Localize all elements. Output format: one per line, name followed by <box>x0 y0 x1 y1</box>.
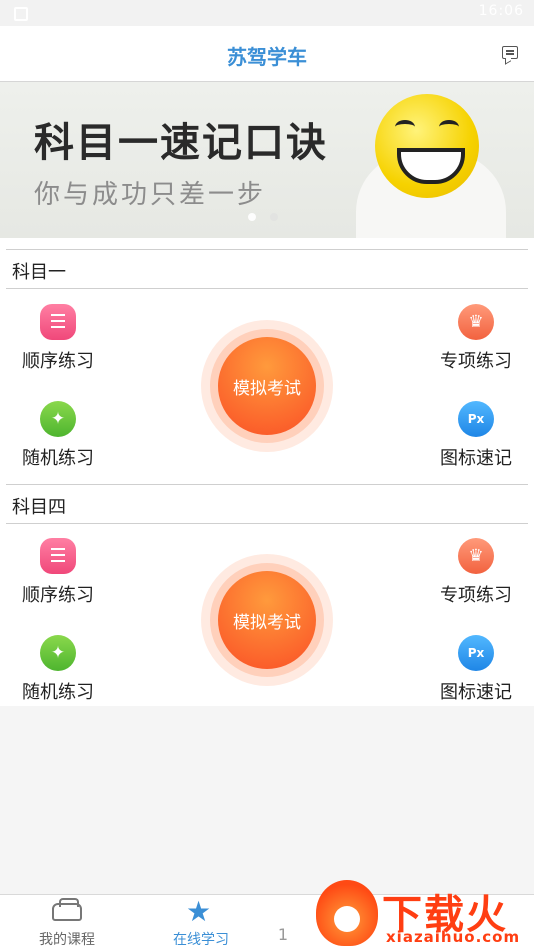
trophy-icon: ♛ <box>458 304 494 340</box>
mock-exam-label: 模拟考试 <box>233 379 301 399</box>
section-title: 科目四 <box>12 497 66 518</box>
promo-banner[interactable]: 科目一速记口诀 你与成功只差一步 <box>0 82 534 238</box>
random-practice-button[interactable]: ✦ 随机练习 <box>8 635 108 704</box>
section-subject-four: 科目四 顺序练习 ✦ 随机练习 ♛ 专项练习 Px 图标速记 模拟考试 <box>0 484 534 706</box>
mock-exam-button[interactable]: 模拟考试 <box>201 554 333 686</box>
tab-my-courses[interactable]: 我的课程 <box>2 895 132 951</box>
smiley-face-image <box>375 94 479 198</box>
button-label: 专项练习 <box>440 585 512 606</box>
banner-headline: 科目一速记口诀 <box>34 120 328 166</box>
car-icon <box>52 898 82 921</box>
list-icon <box>40 304 76 340</box>
button-label: 图标速记 <box>440 682 512 703</box>
list-icon <box>40 538 76 574</box>
section-subject-one: 科目一 顺序练习 ✦ 随机练习 ♛ 专项练习 Px 图标速记 模拟考试 <box>0 238 534 484</box>
shield-icon: Px <box>458 635 494 671</box>
notification-icon <box>14 7 28 21</box>
person-icon: ✦ <box>40 635 76 671</box>
special-practice-button[interactable]: ♛ 专项练习 <box>426 304 526 373</box>
app-header: 苏驾学车 <box>0 26 534 82</box>
sequential-practice-button[interactable]: 顺序练习 <box>8 538 108 607</box>
icon-memorize-button[interactable]: Px 图标速记 <box>426 635 526 704</box>
button-label: 顺序练习 <box>22 585 94 606</box>
status-time: 16:06 <box>478 3 524 19</box>
section-title: 科目一 <box>12 262 66 283</box>
button-label: 顺序练习 <box>22 351 94 372</box>
mock-exam-button[interactable]: 模拟考试 <box>201 320 333 452</box>
trophy-icon: ♛ <box>458 538 494 574</box>
sequential-practice-button[interactable]: 顺序练习 <box>8 304 108 373</box>
tab-third[interactable]: 1 <box>248 895 318 951</box>
banner-pager <box>248 206 292 225</box>
shield-icon: Px <box>458 401 494 437</box>
tab-online-study[interactable]: ★ 在线学习 <box>136 895 266 951</box>
star-icon: ★ <box>186 895 212 928</box>
tab-label: 1 <box>277 925 289 944</box>
button-label: 随机练习 <box>22 682 94 703</box>
mock-exam-label: 模拟考试 <box>233 613 301 633</box>
flame-logo-icon <box>316 880 378 946</box>
tab-label: 在线学习 <box>173 932 229 948</box>
pager-dot[interactable] <box>270 213 278 221</box>
status-bar: 16:06 <box>0 0 534 26</box>
message-icon[interactable] <box>502 46 518 59</box>
special-practice-button[interactable]: ♛ 专项练习 <box>426 538 526 607</box>
person-icon: ✦ <box>40 401 76 437</box>
button-label: 图标速记 <box>440 448 512 469</box>
pager-dot-active[interactable] <box>248 213 256 221</box>
tab-label: 我的课程 <box>39 932 95 948</box>
button-label: 随机练习 <box>22 448 94 469</box>
watermark-url: xiazaihuo.com <box>386 928 521 946</box>
random-practice-button[interactable]: ✦ 随机练习 <box>8 401 108 470</box>
section-header: 科目一 <box>6 249 528 289</box>
page-title: 苏驾学车 <box>227 45 307 69</box>
watermark-logo: 下载火 xiazaihuo.com <box>316 880 534 950</box>
banner-subline: 你与成功只差一步 <box>34 180 267 210</box>
icon-memorize-button[interactable]: Px 图标速记 <box>426 401 526 470</box>
section-header: 科目四 <box>6 484 528 524</box>
button-label: 专项练习 <box>440 351 512 372</box>
